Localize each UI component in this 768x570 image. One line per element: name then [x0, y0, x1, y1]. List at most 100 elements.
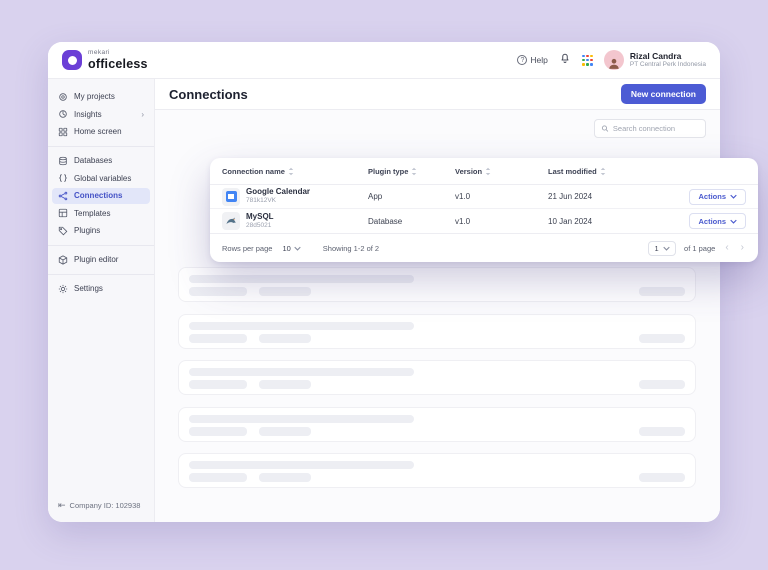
notification-bell-icon[interactable] [559, 51, 571, 69]
user-name: Rizal Candra [630, 51, 706, 62]
sidebar-item-databases[interactable]: Databases [52, 153, 150, 169]
gear-icon [58, 284, 68, 294]
page-header: Connections New connection [155, 79, 720, 110]
last-modified-cell: 21 Jun 2024 [548, 192, 668, 201]
cube-icon [58, 255, 68, 265]
app-window: mekari officeless ? Help [48, 42, 720, 522]
search-icon [601, 124, 609, 133]
chevron-down-icon [730, 194, 737, 199]
new-connection-button[interactable]: New connection [621, 84, 706, 104]
tag-icon [58, 226, 68, 236]
main-content: Connections New connection [155, 79, 720, 522]
sidebar-item-plugins[interactable]: Plugins [52, 223, 150, 239]
sidebar-item-settings[interactable]: Settings [52, 281, 150, 297]
actions-button[interactable]: Actions [689, 189, 746, 205]
sidebar-item-templates[interactable]: Templates [52, 205, 150, 221]
next-page-button[interactable]: › [739, 243, 746, 253]
table-row[interactable]: MySQL 28d5021 Database v1.0 10 Jan 2024 … [210, 209, 758, 233]
mysql-icon [222, 212, 240, 230]
divider [48, 274, 154, 275]
help-button[interactable]: ? Help [517, 55, 547, 65]
company-id-footer: ⇤ Company ID: 102938 [58, 500, 140, 511]
showing-label: Showing 1-2 of 2 [323, 244, 379, 253]
table-row[interactable]: Google Calendar 781k12VK App v1.0 21 Jun… [210, 185, 758, 209]
sort-icon [485, 167, 491, 176]
search-box[interactable] [594, 119, 706, 138]
sort-icon [600, 167, 606, 176]
sidebar-item-plugin-editor[interactable]: Plugin editor [52, 252, 150, 268]
sidebar-item-home-screen[interactable]: Home screen [52, 124, 150, 140]
column-header-version[interactable]: Version [455, 167, 548, 176]
skeleton-list [178, 267, 696, 488]
brand-name-top: mekari [88, 50, 148, 57]
rows-per-page-select[interactable]: 10 [282, 244, 300, 253]
company-id-label: Company ID: 102938 [70, 501, 141, 510]
user-company: PT Central Perk Indonesia [630, 61, 706, 69]
avatar [604, 50, 624, 70]
insights-icon [58, 109, 68, 119]
chevron-down-icon [294, 246, 301, 251]
sidebar-item-label: Home screen [74, 127, 122, 136]
database-icon [58, 156, 68, 166]
sidebar-item-global-variables[interactable]: Global variables [52, 170, 150, 186]
sidebar-item-label: Plugin editor [74, 255, 118, 264]
sidebar-item-label: Templates [74, 209, 110, 218]
chevron-right-icon: › [141, 110, 144, 119]
sidebar-item-my-projects[interactable]: My projects [52, 89, 150, 105]
sidebar: My projects Insights › Home screen Datab… [48, 79, 155, 522]
sidebar-item-label: Databases [74, 156, 112, 165]
collapse-sidebar-icon[interactable]: ⇤ [58, 500, 66, 511]
target-icon [58, 92, 68, 102]
column-header-plugin-type[interactable]: Plugin type [368, 167, 455, 176]
divider [48, 146, 154, 147]
sort-icon [411, 167, 417, 176]
sidebar-item-label: Global variables [74, 174, 131, 183]
apps-grid-icon[interactable] [582, 55, 593, 66]
table-pagination: Rows per page 10 Showing 1-2 of 2 1 of 1… [210, 233, 758, 262]
version-cell: v1.0 [455, 192, 548, 201]
rows-per-page-label: Rows per page [222, 244, 272, 253]
column-header-last-modified[interactable]: Last modified [548, 167, 668, 176]
last-modified-cell: 10 Jan 2024 [548, 217, 668, 226]
sidebar-item-label: Plugins [74, 226, 100, 235]
skeleton-card [178, 453, 696, 488]
column-header-connection-name[interactable]: Connection name [222, 167, 368, 176]
previous-page-button[interactable]: ‹ [723, 243, 730, 253]
connection-name: MySQL [246, 212, 274, 222]
divider [48, 245, 154, 246]
plugin-type-cell: App [368, 192, 455, 201]
page-title: Connections [169, 87, 248, 102]
sidebar-item-label: Settings [74, 284, 103, 293]
actions-button[interactable]: Actions [689, 213, 746, 229]
google-calendar-icon [222, 188, 240, 206]
skeleton-card [178, 360, 696, 395]
table-header-row: Connection name Plugin type Version Last… [210, 158, 758, 185]
search-input[interactable] [613, 124, 699, 133]
version-cell: v1.0 [455, 217, 548, 226]
skeleton-card [178, 407, 696, 442]
toolbar [155, 110, 720, 138]
chevron-down-icon [730, 219, 737, 224]
mekari-logo-icon [62, 50, 82, 70]
topbar: mekari officeless ? Help [48, 42, 720, 79]
sidebar-item-label: Connections [74, 191, 122, 200]
braces-icon [58, 173, 68, 183]
sidebar-item-insights[interactable]: Insights › [52, 106, 150, 122]
question-icon: ? [517, 55, 527, 65]
connection-id: 781k12VK [246, 197, 310, 205]
page-number-select[interactable]: 1 [648, 241, 676, 256]
connections-table-card: Connection name Plugin type Version Last… [210, 158, 758, 262]
user-menu[interactable]: Rizal Candra PT Central Perk Indonesia [604, 50, 706, 70]
skeleton-card [178, 267, 696, 302]
template-icon [58, 208, 68, 218]
of-pages-label: of 1 page [684, 244, 715, 253]
sidebar-item-connections[interactable]: Connections [52, 188, 150, 204]
help-label: Help [530, 55, 547, 65]
brand-name-bottom: officeless [88, 58, 148, 71]
connections-icon [58, 191, 68, 201]
brand-logo: mekari officeless [62, 50, 148, 70]
sort-icon [288, 167, 294, 176]
connection-id: 28d5021 [246, 222, 274, 230]
skeleton-card [178, 314, 696, 349]
grid-icon [58, 127, 68, 137]
